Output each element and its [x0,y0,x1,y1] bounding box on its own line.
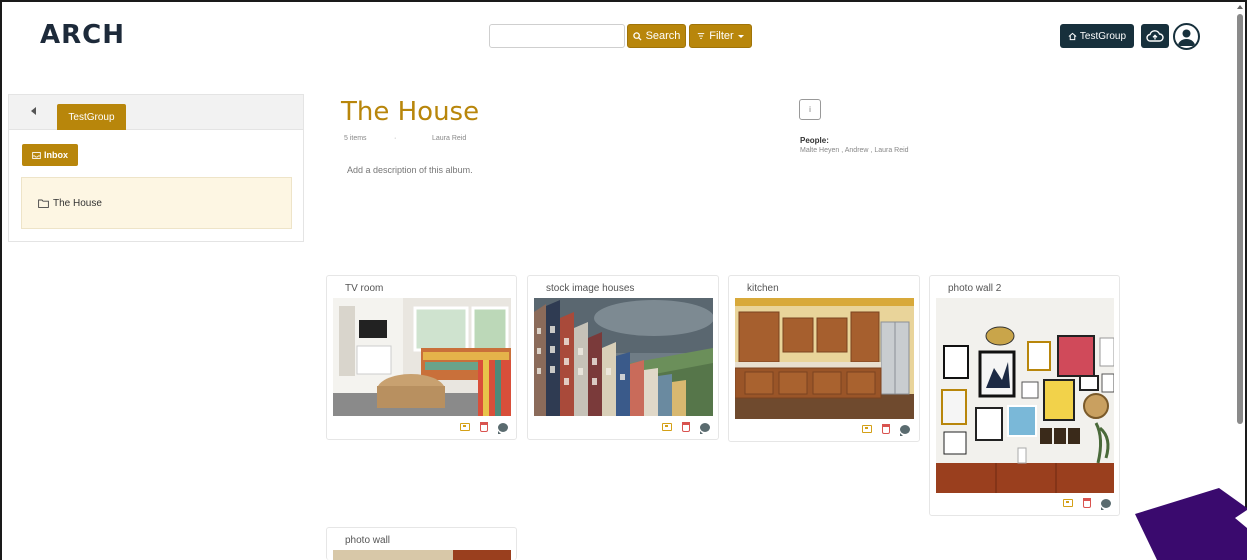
decorative-corner-shape [1135,488,1247,560]
card-title: TV room [345,283,384,294]
inbox-icon [32,151,41,159]
comment-icon[interactable] [900,424,910,436]
trash-icon[interactable] [682,422,690,432]
photo-thumbnail[interactable] [333,550,511,560]
comment-icon[interactable] [1101,498,1111,510]
sidebar: TestGroup Inbox The House [8,94,304,242]
photo-thumbnail[interactable] [333,298,511,416]
people-names: Malte Heyen , Andrew , Laura Reid [800,147,909,154]
move-folder-icon[interactable] [1063,499,1073,507]
comment-icon[interactable] [700,422,710,434]
tab-testgroup[interactable]: TestGroup [57,104,126,130]
info-icon: i [809,105,811,114]
user-icon [1178,29,1195,46]
album-owner: Laura Reid [432,135,467,142]
card-actions [662,422,710,434]
user-avatar[interactable] [1173,23,1200,50]
photo-card-photo-wall[interactable]: photo wall [326,527,517,560]
sidebar-header: TestGroup [9,95,303,130]
photo-card-kitchen[interactable]: kitchen [728,275,920,442]
info-button[interactable]: i [799,99,821,120]
move-folder-icon[interactable] [662,423,672,431]
upload-button[interactable] [1141,24,1169,48]
album-title: The House [341,97,480,127]
vertical-scrollbar[interactable] [1237,14,1243,424]
filter-button[interactable]: Filter [689,24,752,48]
chevron-down-icon [737,34,744,38]
group-button[interactable]: TestGroup [1060,24,1134,48]
album-description[interactable]: Add a description of this album. [347,165,473,175]
album-item-label: The House [53,197,102,209]
photo-thumbnail[interactable] [936,298,1114,493]
album-item-count: 5 items [344,135,367,142]
move-folder-icon[interactable] [460,423,470,431]
comment-icon[interactable] [498,422,508,434]
cloud-upload-icon [1146,30,1164,42]
search-button[interactable]: Search [627,24,686,48]
people-label: People: [800,136,829,145]
photo-card-stock-image-houses[interactable]: stock image houses [527,275,719,440]
folder-icon [38,199,49,208]
trash-icon[interactable] [480,422,488,432]
inbox-label: Inbox [44,150,68,160]
photo-card-tv-room[interactable]: TV room [326,275,517,440]
card-title: photo wall 2 [948,283,1002,294]
trash-icon[interactable] [1083,498,1091,508]
card-actions [460,422,508,434]
app-logo[interactable]: ARCH [40,20,125,50]
back-arrow-icon[interactable] [31,107,36,115]
card-actions [1063,498,1111,510]
card-title: stock image houses [546,283,635,294]
photo-card-photo-wall-2[interactable]: photo wall 2 [929,275,1120,516]
search-button-label: Search [645,30,681,42]
group-button-label: TestGroup [1079,30,1127,42]
card-title: kitchen [747,283,779,294]
filter-button-label: Filter [709,30,734,42]
card-title: photo wall [345,535,391,546]
search-icon [632,31,642,41]
filter-icon [698,33,705,39]
photo-thumbnail[interactable] [534,298,713,416]
sidebar-album-the-house[interactable]: The House [21,177,292,229]
card-actions [862,424,910,436]
move-folder-icon[interactable] [862,425,872,433]
trash-icon[interactable] [882,424,890,434]
home-icon [1068,32,1077,40]
photo-thumbnail[interactable] [735,298,914,419]
meta-separator: · [394,135,397,142]
scroll-up-arrow-icon[interactable] [1237,5,1243,9]
inbox-button[interactable]: Inbox [22,144,78,166]
search-input[interactable] [489,24,625,48]
